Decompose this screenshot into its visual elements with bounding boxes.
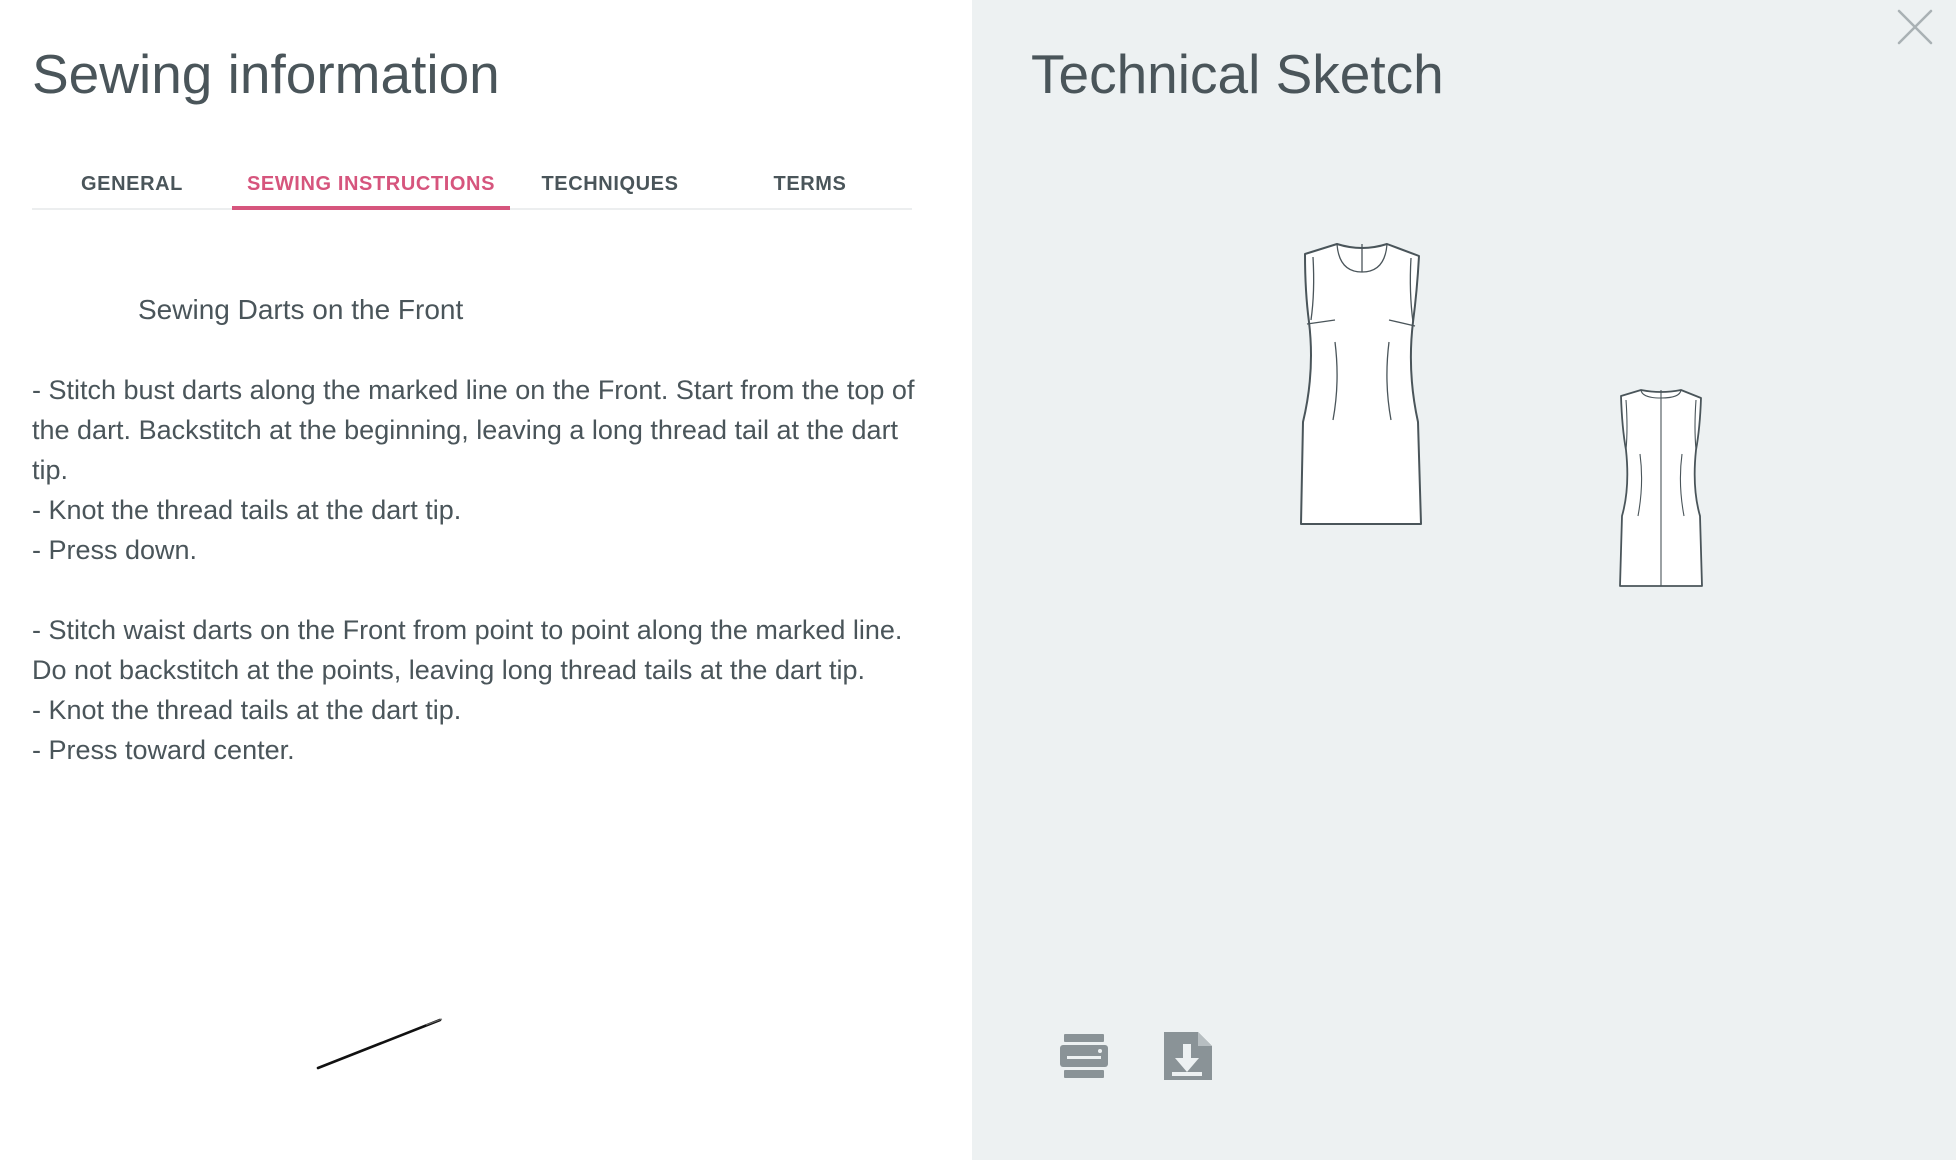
- tab-techniques[interactable]: TECHNIQUES: [510, 160, 710, 208]
- print-icon[interactable]: [1058, 1030, 1110, 1082]
- tab-general[interactable]: GENERAL: [32, 160, 232, 208]
- instructions-content: Sewing Darts on the Front - Stitch bust …: [32, 290, 922, 810]
- sewing-information-panel: Sewing information GENERAL SEWING INSTRU…: [0, 0, 972, 1160]
- technical-sketch-panel: Technical Sketch: [972, 0, 1956, 1160]
- close-icon[interactable]: [1896, 8, 1934, 46]
- instruction-paragraph-bust-darts: - Stitch bust darts along the marked lin…: [32, 375, 915, 565]
- section-heading: Sewing Darts on the Front: [138, 294, 464, 325]
- instruction-paragraph-waist-darts: - Stitch waist darts on the Front from p…: [32, 615, 903, 765]
- back-dress-sketch: [1619, 389, 1703, 587]
- sewing-info-modal: Sewing information GENERAL SEWING INSTRU…: [0, 0, 1956, 1160]
- tab-bar: GENERAL SEWING INSTRUCTIONS TECHNIQUES T…: [32, 160, 912, 210]
- illustration-fragment: [316, 1018, 443, 1070]
- download-icon[interactable]: [1162, 1030, 1214, 1082]
- tab-terms[interactable]: TERMS: [710, 160, 910, 208]
- tab-sewing-instructions[interactable]: SEWING INSTRUCTIONS: [232, 160, 510, 210]
- front-dress-sketch: [1300, 243, 1422, 525]
- sketch-title: Technical Sketch: [1031, 43, 1444, 105]
- page-title: Sewing information: [32, 43, 500, 105]
